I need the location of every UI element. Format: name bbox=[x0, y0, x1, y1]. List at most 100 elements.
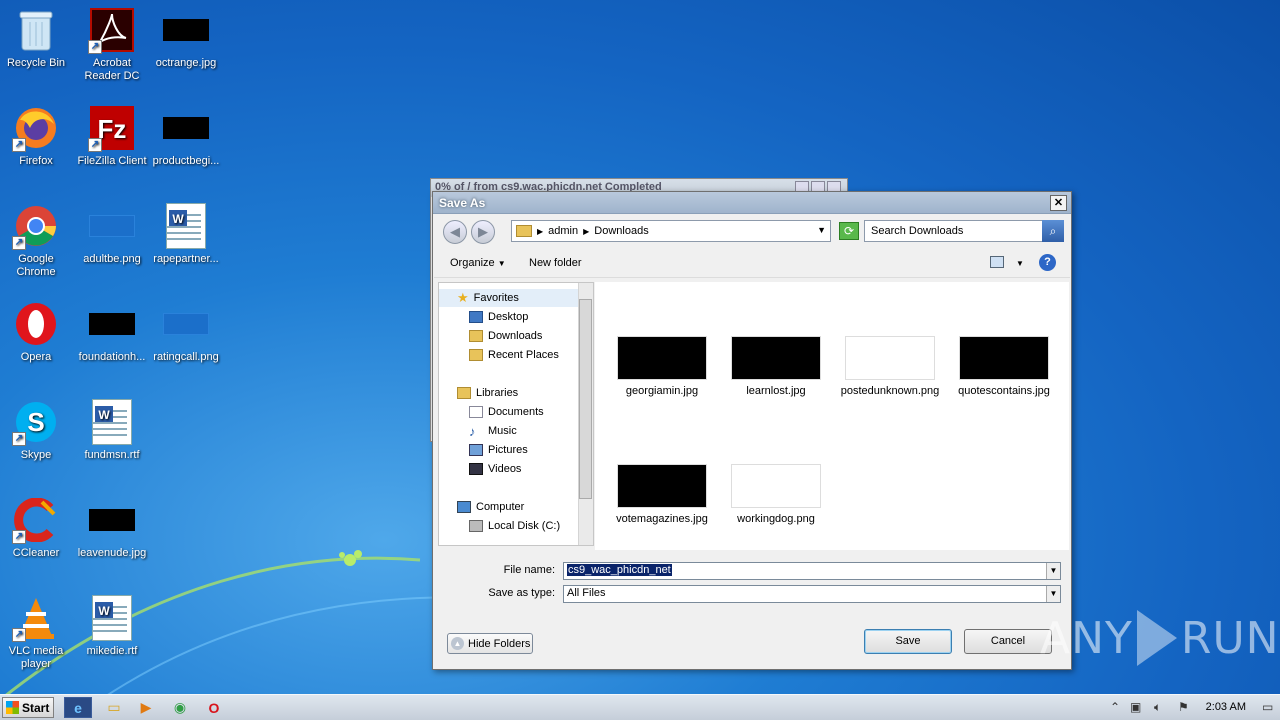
desktop-icon-fundmsn[interactable]: W fundmsn.rtf bbox=[76, 398, 148, 462]
tree-item-local-disk[interactable]: Local Disk (C:) bbox=[469, 517, 560, 535]
clock[interactable]: 2:03 AM bbox=[1206, 701, 1246, 713]
help-button[interactable]: ? bbox=[1039, 254, 1056, 271]
breadcrumb-admin[interactable]: admin bbox=[548, 225, 578, 237]
desktop-icon-filezilla[interactable]: Fz ↗ FileZilla Client bbox=[76, 104, 148, 168]
file-item[interactable]: postedunknown.png bbox=[835, 336, 945, 398]
taskbar-opera-icon[interactable]: O bbox=[200, 697, 228, 718]
desktop-icon-mikedie[interactable]: W mikedie.rtf bbox=[76, 594, 148, 658]
file-name-label: votemagazines.jpg bbox=[616, 513, 708, 525]
save-as-type-select[interactable]: All Files ▼ bbox=[563, 585, 1061, 603]
tree-item-documents[interactable]: Documents bbox=[469, 403, 544, 421]
desktop-icon-productbegi[interactable]: productbegi... bbox=[150, 104, 222, 168]
refresh-button[interactable]: ⟳ bbox=[839, 222, 859, 240]
documents-icon bbox=[469, 406, 483, 418]
action-center-flag-icon[interactable]: ⚑ bbox=[1178, 700, 1189, 714]
file-thumbnail bbox=[959, 336, 1049, 380]
windows-logo-icon bbox=[6, 701, 19, 714]
word-doc-icon: W bbox=[162, 202, 210, 250]
file-item[interactable]: learnlost.jpg bbox=[721, 336, 831, 398]
desktop-icon-chrome[interactable]: ↗ Google Chrome bbox=[0, 202, 72, 279]
desktop-icon-leavenude[interactable]: leavenude.jpg bbox=[76, 496, 148, 560]
breadcrumb-downloads[interactable]: Downloads bbox=[594, 225, 648, 237]
show-desktop-icon[interactable]: ▭ bbox=[1262, 700, 1273, 714]
desktop-icon-rapepartner[interactable]: W rapepartner... bbox=[150, 202, 222, 266]
desktop-icon-acrobat[interactable]: ↗ Acrobat Reader DC bbox=[76, 6, 148, 83]
network-icon[interactable]: ▣ bbox=[1130, 700, 1141, 714]
organize-button[interactable]: Organize ▼ bbox=[450, 257, 506, 269]
tree-item-music[interactable]: ♪ Music bbox=[469, 422, 517, 440]
desktop-icon-vlc[interactable]: ↗ VLC media player bbox=[0, 594, 72, 671]
recent-places-icon bbox=[469, 349, 483, 361]
desktop-icon-firefox[interactable]: ↗ Firefox bbox=[0, 104, 72, 168]
recycle-bin-icon bbox=[12, 6, 60, 54]
ccleaner-icon: ↗ bbox=[12, 496, 60, 544]
chevron-right-icon: ▶ bbox=[537, 226, 544, 236]
forward-button[interactable]: ▶ bbox=[471, 220, 495, 244]
chevron-down-icon[interactable]: ▼ bbox=[817, 225, 826, 235]
taskbar-explorer-icon[interactable]: ▭ bbox=[100, 697, 128, 718]
back-button[interactable]: ◀ bbox=[443, 220, 467, 244]
tree-item-libraries[interactable]: Libraries bbox=[457, 384, 518, 402]
desktop-icon-ccleaner[interactable]: ↗ CCleaner bbox=[0, 496, 72, 560]
desktop-icon-adultbe[interactable]: adultbe.png bbox=[76, 202, 148, 266]
chevron-up-icon: ▲ bbox=[451, 637, 464, 650]
file-item[interactable]: georgiamin.jpg bbox=[607, 336, 717, 398]
chevron-right-icon: ▶ bbox=[583, 226, 590, 236]
desktop-icon-foundationh[interactable]: foundationh... bbox=[76, 300, 148, 364]
taskbar-internet-explorer-icon[interactable]: e bbox=[64, 697, 92, 718]
view-options-icon[interactable] bbox=[990, 256, 1004, 268]
scrollbar-thumb[interactable] bbox=[579, 299, 592, 499]
navigation-pane[interactable]: ★ Favorites Desktop Downloads Recent Pla… bbox=[438, 282, 594, 546]
tray-expand-icon[interactable]: ⌃ bbox=[1110, 700, 1120, 714]
taskbar-chrome-icon[interactable]: ◉ bbox=[166, 697, 194, 718]
tree-item-videos[interactable]: Videos bbox=[469, 460, 521, 478]
desktop-icon-label: leavenude.jpg bbox=[77, 547, 147, 559]
hard-disk-icon bbox=[469, 520, 483, 532]
file-name-label: postedunknown.png bbox=[840, 385, 940, 397]
save-button[interactable]: Save bbox=[864, 629, 952, 654]
chevron-down-icon[interactable]: ▼ bbox=[1046, 563, 1060, 579]
chevron-down-icon[interactable]: ▼ bbox=[1016, 259, 1024, 268]
hide-folders-button[interactable]: ▲ Hide Folders bbox=[447, 633, 533, 654]
desktop-icon-ratingcall[interactable]: ratingcall.png bbox=[150, 300, 222, 364]
tree-item-recent-places[interactable]: Recent Places bbox=[469, 346, 559, 364]
tree-item-pictures[interactable]: Pictures bbox=[469, 441, 528, 459]
shortcut-arrow-icon: ↗ bbox=[12, 236, 26, 250]
search-input[interactable]: Search Downloads ⌕ bbox=[864, 220, 1064, 242]
file-item[interactable]: workingdog.png bbox=[721, 464, 831, 526]
start-button[interactable]: Start bbox=[2, 697, 54, 718]
tree-item-downloads[interactable]: Downloads bbox=[469, 327, 542, 345]
file-name-label: georgiamin.jpg bbox=[625, 385, 699, 397]
dialog-close-button[interactable]: ✕ bbox=[1050, 195, 1067, 211]
new-folder-button[interactable]: New folder bbox=[529, 257, 582, 269]
volume-icon[interactable]: 🔈︎ bbox=[1154, 700, 1161, 715]
tree-item-computer[interactable]: Computer bbox=[457, 498, 524, 516]
tree-scrollbar[interactable] bbox=[578, 283, 593, 545]
cancel-button[interactable]: Cancel bbox=[964, 629, 1052, 654]
desktop-icon-skype[interactable]: S ↗ Skype bbox=[0, 398, 72, 462]
file-name-value: cs9_wac_phicdn_net bbox=[567, 564, 672, 576]
libraries-icon bbox=[457, 387, 471, 399]
file-name-field[interactable]: cs9_wac_phicdn_net ▼ bbox=[563, 562, 1061, 580]
tree-item-desktop[interactable]: Desktop bbox=[469, 308, 528, 326]
pictures-icon bbox=[469, 444, 483, 456]
star-icon: ★ bbox=[457, 290, 469, 305]
shortcut-arrow-icon: ↗ bbox=[12, 138, 26, 152]
file-item[interactable]: quotescontains.jpg bbox=[949, 336, 1059, 398]
desktop-icon-recycle-bin[interactable]: Recycle Bin bbox=[0, 6, 72, 70]
taskbar-media-player-icon[interactable]: ▶ bbox=[132, 697, 160, 718]
file-list[interactable]: georgiamin.jpg learnlost.jpg postedunkno… bbox=[595, 282, 1069, 550]
file-item[interactable]: votemagazines.jpg bbox=[607, 464, 717, 526]
desktop-icon-label: Opera bbox=[20, 351, 52, 363]
save-as-dialog[interactable]: Save As ✕ ◀ ▶ ▶ admin ▶ Downloads ▼ ⟳ Se… bbox=[432, 191, 1072, 670]
chevron-down-icon[interactable]: ▼ bbox=[1046, 586, 1060, 602]
address-bar[interactable]: ▶ admin ▶ Downloads ▼ bbox=[511, 220, 831, 242]
chevron-down-icon: ▼ bbox=[497, 259, 506, 268]
svg-text:S: S bbox=[27, 407, 44, 437]
desktop-icon-label: FileZilla Client bbox=[77, 155, 147, 167]
file-thumbnail bbox=[845, 336, 935, 380]
desktop-icon-opera[interactable]: Opera bbox=[0, 300, 72, 364]
desktop-icon-octrange[interactable]: octrange.jpg bbox=[150, 6, 222, 70]
search-icon[interactable]: ⌕ bbox=[1042, 220, 1064, 242]
tree-item-favorites[interactable]: ★ Favorites bbox=[439, 289, 579, 307]
